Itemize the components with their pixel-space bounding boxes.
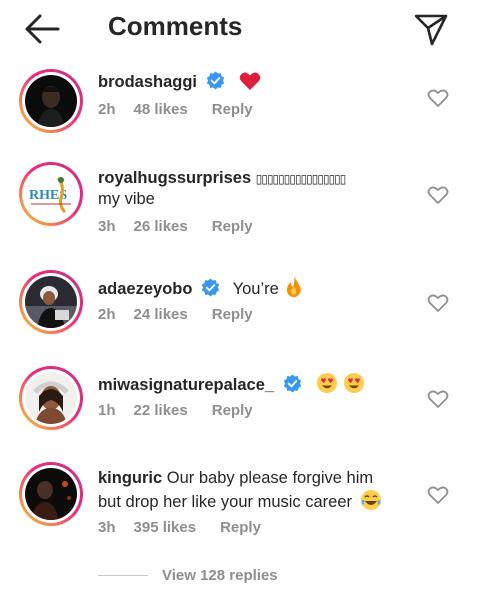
comment-meta: 3h 395 likes Reply [98, 519, 261, 536]
timestamp: 2h [98, 101, 116, 118]
avatar-image [25, 372, 77, 424]
avatar[interactable] [19, 69, 83, 133]
like-button[interactable] [427, 185, 449, 205]
red-heart-emoji-icon [239, 72, 261, 90]
avatar[interactable] [19, 270, 83, 334]
like-button[interactable] [427, 485, 449, 505]
comment-body: Our baby please forgive him [166, 469, 374, 487]
comment-item: miwasignaturepalace_ 1h 22 likes Reply [0, 366, 480, 438]
heart-outline-icon [427, 186, 449, 204]
view-replies-label: View 128 replies [162, 567, 278, 584]
avatar-image [25, 276, 77, 328]
likes-count[interactable]: 48 likes [134, 101, 188, 118]
comment-text: adaezeyobo You’re [98, 276, 303, 300]
comment-body: ▯▯▯▯▯▯▯▯▯▯▯▯▯▯▯▯ [255, 172, 347, 186]
comment-meta: 1h 22 likes Reply [98, 402, 253, 419]
verified-badge-icon [201, 278, 220, 297]
view-replies-button[interactable]: View 128 replies [98, 566, 358, 586]
likes-count[interactable]: 26 likes [134, 218, 188, 235]
page-title: Comments [108, 11, 243, 41]
username[interactable]: kinguric [98, 469, 162, 487]
timestamp: 3h [98, 519, 116, 536]
reply-button[interactable]: Reply [212, 101, 253, 118]
avatar-image [25, 75, 77, 127]
comment-text: miwasignaturepalace_ [98, 372, 365, 396]
timestamp: 2h [98, 306, 116, 323]
username[interactable]: miwasignaturepalace_ [98, 376, 274, 394]
comment-item: RHES royalhugssurprises ▯▯▯▯▯▯▯▯▯▯▯▯▯▯▯▯… [0, 162, 480, 242]
avatar-image: RHES [25, 168, 77, 220]
avatar[interactable]: RHES [19, 162, 83, 226]
avatar[interactable] [19, 366, 83, 430]
timestamp: 3h [98, 218, 116, 235]
avatar[interactable] [19, 462, 83, 526]
reply-button[interactable]: Reply [212, 218, 253, 235]
comment-meta: 2h 24 likes Reply [98, 306, 253, 323]
comment-text-continued: my vibe [98, 190, 155, 208]
replies-divider [98, 575, 148, 576]
verified-badge-icon [283, 374, 301, 393]
back-button[interactable] [22, 12, 62, 46]
comment-item: adaezeyobo You’re 2h 24 likes Reply [0, 270, 480, 342]
heart-outline-icon [427, 486, 449, 504]
comment-item: kinguric Our baby please forgive him but… [0, 462, 480, 548]
username[interactable]: brodashaggi [98, 73, 197, 91]
laughing-emoji-icon [360, 490, 381, 510]
username[interactable]: royalhugssurprises [98, 169, 251, 187]
likes-count[interactable]: 395 likes [134, 519, 197, 536]
verified-badge-icon [206, 71, 224, 90]
comment-text: brodashaggi [98, 71, 261, 93]
heart-eyes-emoji-icon [317, 373, 338, 393]
username[interactable]: adaezeyobo [98, 280, 192, 298]
reply-button[interactable]: Reply [220, 519, 261, 536]
heart-eyes-emoji-icon [343, 373, 364, 393]
comment-meta: 3h 26 likes Reply [98, 218, 253, 235]
like-button[interactable] [427, 293, 449, 313]
like-button[interactable] [427, 88, 449, 108]
avatar-image [25, 468, 77, 520]
heart-outline-icon [427, 89, 449, 107]
header-bar: Comments [0, 0, 480, 56]
arrow-left-icon [25, 14, 60, 44]
comment-item: brodashaggi 2h 48 likes Reply [0, 66, 480, 136]
reply-button[interactable]: Reply [212, 306, 253, 323]
likes-count[interactable]: 22 likes [134, 402, 188, 419]
comment-text: kinguric Our baby please forgive him [98, 468, 373, 489]
like-button[interactable] [427, 389, 449, 409]
likes-count[interactable]: 24 likes [134, 306, 188, 323]
share-button[interactable] [410, 8, 452, 48]
heart-outline-icon [427, 390, 449, 408]
fire-emoji-icon [287, 277, 302, 298]
comment-text: royalhugssurprises ▯▯▯▯▯▯▯▯▯▯▯▯▯▯▯▯ [98, 168, 347, 190]
timestamp: 1h [98, 402, 116, 419]
reply-button[interactable]: Reply [212, 402, 253, 419]
heart-outline-icon [427, 294, 449, 312]
paper-plane-icon [414, 14, 448, 46]
comment-text-continued: but drop her like your music career [98, 489, 382, 513]
comment-body: You’re [232, 280, 279, 298]
comment-meta: 2h 48 likes Reply [98, 101, 253, 118]
